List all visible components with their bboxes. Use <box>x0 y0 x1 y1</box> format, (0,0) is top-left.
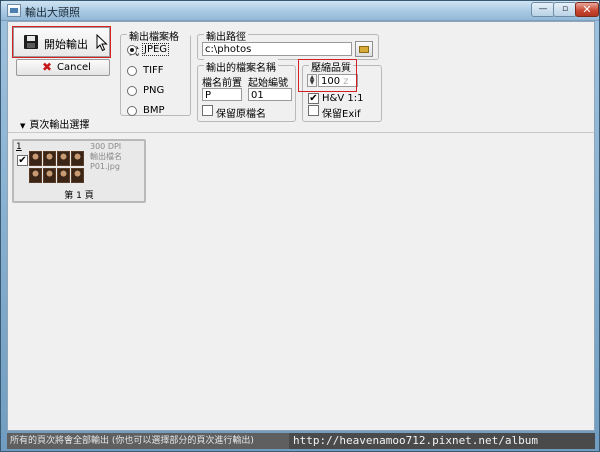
page-caption: 第 1 頁 <box>64 191 94 201</box>
cancel-label: Cancel <box>57 62 91 73</box>
portrait-thumb <box>29 168 42 183</box>
page-select-checkbox[interactable]: ✔ <box>17 155 28 166</box>
format-option-png[interactable]: PNG <box>127 85 187 99</box>
page-file-name: P01.jpg <box>90 162 120 171</box>
format-option-tiff[interactable]: TIFF <box>127 65 187 79</box>
export-photo-window: 輸出大頭照 — ▫ ✕ 開始輸出 ✖ Cancel 輸出檔案格式 <box>0 0 600 452</box>
keep-original-name-label: 保留原檔名 <box>216 109 266 120</box>
start-number-input[interactable]: 01 <box>248 88 292 101</box>
page-thumbnail <box>29 151 85 185</box>
floppy-disk-icon <box>24 35 38 49</box>
portrait-thumb <box>71 151 84 166</box>
page-card[interactable]: 1 ✔ 300 DPI 輸出檔名 P01.jpg 第 1 頁 <box>12 139 146 203</box>
collapse-triangle-icon: ▼ <box>20 122 26 130</box>
output-path-group: 輸出路徑 c:\photos <box>197 28 379 60</box>
format-label-bmp: BMP <box>143 105 165 116</box>
keep-exif-label: 保留Exif <box>322 109 361 120</box>
output-path-input[interactable]: c:\photos <box>202 42 352 56</box>
keep-exif-checkbox[interactable] <box>308 105 319 116</box>
keep-original-name-checkbox[interactable] <box>202 105 213 116</box>
portrait-thumb <box>57 168 70 183</box>
format-radio-png[interactable] <box>127 86 137 96</box>
page-selection-toggle[interactable]: ▼ 頁次輸出選擇 <box>20 116 89 131</box>
portrait-thumb <box>57 151 70 166</box>
format-radio-tiff[interactable] <box>127 66 137 76</box>
cancel-button[interactable]: ✖ Cancel <box>16 59 110 76</box>
cancel-x-icon: ✖ <box>42 60 53 74</box>
title-bar[interactable]: 輸出大頭照 — ▫ ✕ <box>1 1 599 21</box>
export-settings-panel: 開始輸出 ✖ Cancel 輸出檔案格式 JPEG TIFF <box>8 22 594 132</box>
format-label-jpeg: JPEG <box>141 43 170 56</box>
format-option-bmp[interactable]: BMP <box>127 105 187 119</box>
start-export-label: 開始輸出 <box>44 38 88 51</box>
filename-prefix-label: 檔名前置 <box>202 78 242 89</box>
start-export-button[interactable]: 開始輸出 <box>12 26 111 58</box>
page-output-name-label: 輸出檔名 <box>90 152 122 161</box>
page-dpi: 300 DPI <box>90 142 122 151</box>
hv-ratio-checkbox[interactable]: ✔ <box>308 93 319 104</box>
minimize-button[interactable]: — <box>531 2 555 17</box>
browse-folder-button[interactable] <box>355 41 373 57</box>
format-label-tiff: TIFF <box>143 65 164 76</box>
format-label-png: PNG <box>143 85 165 96</box>
page-info: 300 DPI 輸出檔名 P01.jpg <box>90 142 122 172</box>
portrait-thumb <box>71 168 84 183</box>
output-filename-group: 輸出的檔案名稱 檔名前置 起始編號 P 01 保留原檔名 <box>197 59 296 122</box>
maximize-button[interactable]: ▫ <box>553 2 577 17</box>
close-button[interactable]: ✕ <box>575 2 599 17</box>
start-number-label: 起始編號 <box>248 78 288 89</box>
page-number: 1 <box>16 142 22 152</box>
pages-panel: 1 ✔ 300 DPI 輸出檔名 P01.jpg 第 1 頁 <box>8 132 594 430</box>
page-selection-label: 頁次輸出選擇 <box>29 120 90 131</box>
folder-icon <box>359 46 369 53</box>
output-path-legend: 輸出路徑 <box>204 28 248 43</box>
output-filename-legend: 輸出的檔案名稱 <box>204 59 278 74</box>
window-title: 輸出大頭照 <box>25 6 80 19</box>
portrait-thumb <box>43 151 56 166</box>
mouse-cursor-icon <box>96 34 108 52</box>
file-format-group: 輸出檔案格式 JPEG TIFF PNG BMP <box>120 28 191 119</box>
watermark-url: http://heavenamoo712.pixnet.net/album <box>289 433 595 449</box>
app-window-icon <box>7 4 21 17</box>
portrait-thumb <box>43 168 56 183</box>
format-radio-jpeg[interactable] <box>127 45 137 55</box>
hv-ratio-label: H&V 1:1 <box>322 93 364 104</box>
quality-highlight <box>298 59 357 92</box>
format-radio-bmp[interactable] <box>127 106 137 116</box>
client-area: 開始輸出 ✖ Cancel 輸出檔案格式 JPEG TIFF <box>7 21 595 431</box>
filename-prefix-input[interactable]: P <box>202 88 242 101</box>
format-option-jpeg[interactable]: JPEG <box>127 43 187 58</box>
portrait-thumb <box>29 151 42 166</box>
